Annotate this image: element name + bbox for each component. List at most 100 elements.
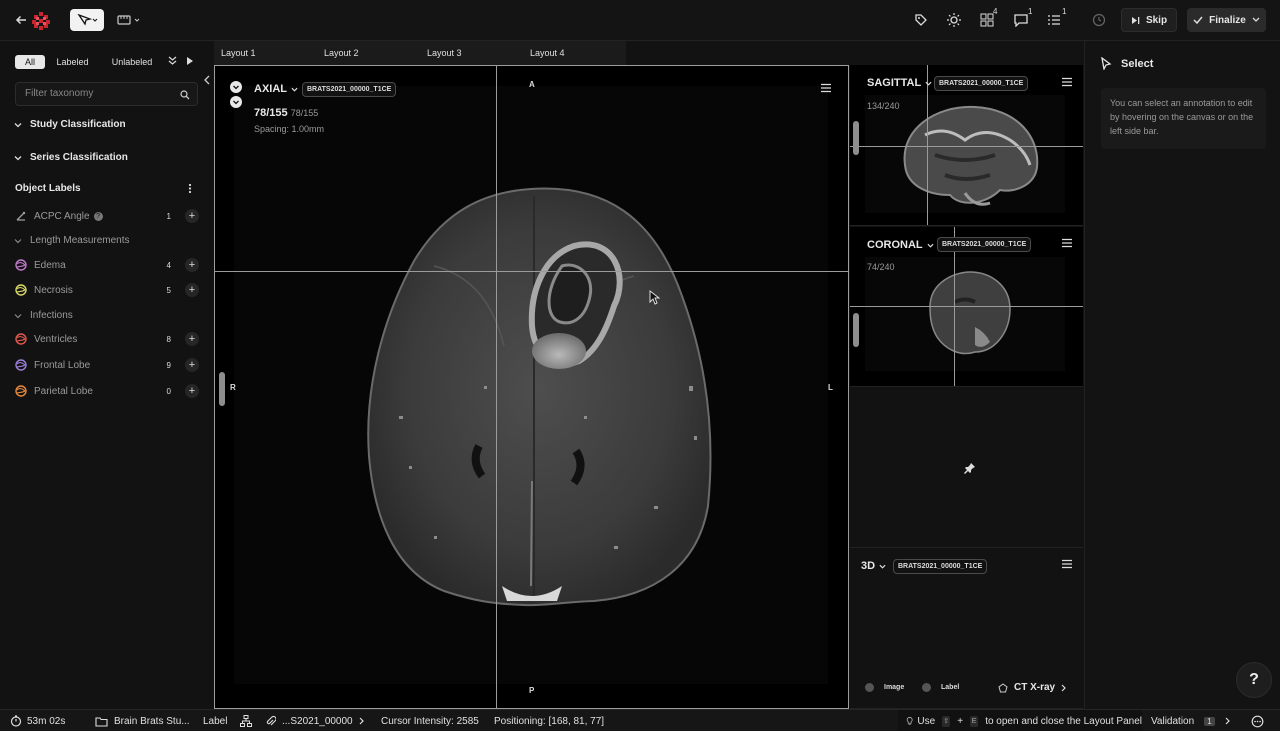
project-breadcrumb[interactable]: Brain Brats Stu...: [95, 710, 190, 731]
series-classification-toggle[interactable]: Series Classification: [14, 152, 128, 163]
label-toggle[interactable]: Label: [922, 683, 959, 692]
label-name: Edema: [34, 259, 66, 271]
timer: 53m 02s: [10, 710, 65, 731]
viewport-menu-icon[interactable]: [1062, 238, 1072, 248]
hint-plus: +: [957, 715, 964, 727]
slice-scrollbar[interactable]: [853, 121, 859, 155]
layout-tabs: Layout 1 Layout 2 Layout 3 Layout 4: [214, 41, 626, 65]
view-name: SAGITTAL: [867, 77, 922, 89]
add-label-button[interactable]: +: [185, 358, 199, 372]
chevron-right-icon: [1061, 684, 1066, 691]
segmentation-icon: [15, 333, 27, 345]
crosshair-horizontal[interactable]: [215, 271, 848, 272]
label-name: Necrosis: [34, 284, 73, 296]
tab-layout-2[interactable]: Layout 2: [317, 41, 420, 65]
label-mode[interactable]: Label: [203, 710, 227, 731]
viewport-menu-icon[interactable]: [1062, 77, 1072, 87]
axial-viewport[interactable]: AXIAL BRATS2021_00000_T1CE 78/155 78/155…: [214, 65, 849, 709]
back-arrow-icon[interactable]: [12, 11, 30, 29]
select-tool-button[interactable]: [70, 9, 104, 31]
label-name: ACPC Angle: [34, 210, 90, 222]
tab-layout-3[interactable]: Layout 3: [420, 41, 523, 65]
angle-icon: [16, 211, 26, 221]
skip-label: Skip: [1145, 14, 1168, 26]
tab-layout-4[interactable]: Layout 4: [523, 41, 626, 65]
crosshair-horizontal[interactable]: [850, 146, 1083, 147]
sagittal-viewport[interactable]: SAGITTAL BRATS2021_00000_T1CE 134/240: [850, 65, 1083, 226]
crosshair-horizontal[interactable]: [850, 306, 1083, 307]
validation-count: 1: [1204, 716, 1215, 726]
question-mark-icon: ?: [1249, 671, 1259, 688]
measure-tool-button[interactable]: [116, 10, 144, 30]
add-label-button[interactable]: +: [185, 258, 199, 272]
add-label-button[interactable]: +: [185, 384, 199, 398]
view-name: 3D: [861, 560, 876, 572]
history-button[interactable]: [1090, 11, 1108, 29]
filter-all[interactable]: All: [15, 55, 45, 69]
chevron-down-icon: [14, 122, 22, 127]
list-icon: [1048, 15, 1060, 25]
segmentation-icon: [15, 359, 27, 371]
scroll-down-icon[interactable]: [230, 96, 242, 108]
label-edema[interactable]: Edema 4 +: [15, 256, 199, 274]
chat-icon: [1251, 715, 1264, 727]
coronal-viewport[interactable]: CORONAL BRATS2021_00000_T1CE 74/240: [850, 227, 1083, 387]
slice-scrollbar[interactable]: [219, 372, 225, 406]
validation-button[interactable]: Validation 1: [1151, 710, 1231, 731]
label-necrosis[interactable]: Necrosis 5 +: [15, 281, 199, 299]
sagittal-view-selector[interactable]: SAGITTAL: [867, 77, 932, 89]
collapse-all-icon[interactable]: [168, 56, 177, 66]
chat-button[interactable]: [1251, 710, 1264, 731]
taxonomy-search-input[interactable]: [25, 88, 175, 99]
viewport-menu-icon[interactable]: [1062, 559, 1072, 569]
slice-index: 74/240: [867, 262, 895, 272]
tasks-button[interactable]: [1045, 11, 1063, 29]
chevron-down-icon: [927, 243, 934, 248]
image-toggle[interactable]: Image: [865, 683, 904, 692]
add-label-button[interactable]: +: [185, 209, 199, 223]
render-preset-selector[interactable]: CT X-ray: [998, 682, 1067, 693]
viewport-menu-icon[interactable]: [821, 83, 831, 93]
sun-icon: [947, 13, 961, 27]
tag-tool-button[interactable]: [912, 11, 930, 29]
group-length-measurements[interactable]: Length Measurements: [14, 235, 130, 246]
slice-scrollbar[interactable]: [853, 313, 859, 347]
hierarchy-button[interactable]: [240, 710, 252, 731]
label-parietal-lobe[interactable]: Parietal Lobe 0 +: [15, 382, 199, 400]
tab-layout-1[interactable]: Layout 1: [214, 41, 317, 65]
tag-icon: [915, 14, 927, 26]
image-toggle-label: Image: [884, 684, 905, 691]
group-infections[interactable]: Infections: [14, 310, 73, 321]
skip-button[interactable]: Skip: [1121, 8, 1177, 32]
more-options-icon[interactable]: [188, 183, 192, 194]
brightness-button[interactable]: [945, 11, 963, 29]
3d-viewport[interactable]: 3D BRATS2021_00000_T1CE Image Label CT X…: [850, 549, 1083, 709]
scroll-up-icon[interactable]: [230, 81, 242, 93]
label-frontal-lobe[interactable]: Frontal Lobe 9 +: [15, 356, 199, 374]
filter-labeled[interactable]: Labeled: [50, 55, 95, 69]
chevron-right-icon: [1225, 717, 1230, 725]
add-label-button[interactable]: +: [185, 283, 199, 297]
hierarchy-icon: [240, 715, 252, 727]
label-ventricles[interactable]: Ventricles 8 +: [15, 330, 199, 348]
study-classification-toggle[interactable]: Study Classification: [14, 119, 126, 130]
filter-unlabeled[interactable]: Unlabeled: [103, 55, 161, 69]
coronal-view-selector[interactable]: CORONAL: [867, 239, 934, 251]
help-icon[interactable]: ?: [93, 211, 103, 221]
axial-view-selector[interactable]: AXIAL: [254, 83, 298, 95]
add-label-button[interactable]: +: [185, 332, 199, 346]
file-selector[interactable]: ...S2021_00000: [265, 710, 365, 731]
finalize-button[interactable]: Finalize: [1187, 8, 1266, 32]
empty-layout-pane[interactable]: [850, 388, 1083, 548]
label-acpc-angle[interactable]: ACPC Angle ? 1 +: [15, 207, 199, 225]
play-icon[interactable]: [186, 57, 194, 65]
help-button[interactable]: ?: [1236, 662, 1272, 698]
collapse-sidebar-icon[interactable]: [203, 75, 211, 85]
crosshair-vertical[interactable]: [496, 66, 497, 708]
toggle-dot: [865, 683, 874, 692]
label-count: 0: [166, 386, 171, 396]
3d-view-selector[interactable]: 3D: [861, 560, 886, 572]
pin-icon[interactable]: [964, 462, 976, 474]
taxonomy-filter[interactable]: [15, 82, 198, 106]
shift-key-icon: ⇧: [942, 715, 951, 727]
